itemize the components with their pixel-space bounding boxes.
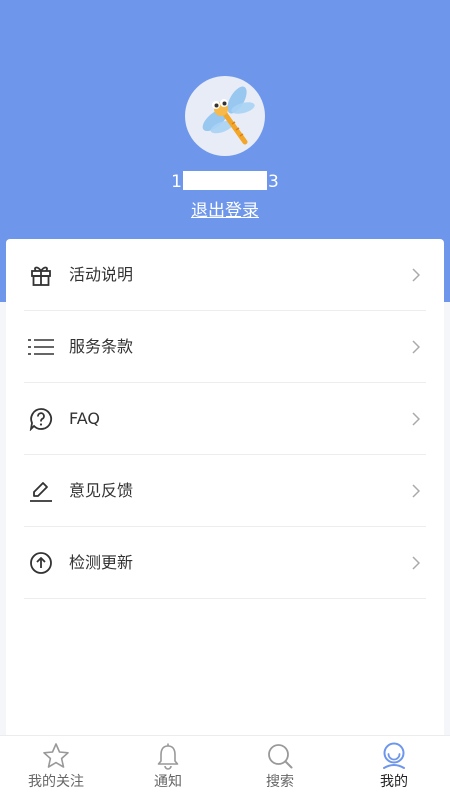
menu-item-label: 活动说明 xyxy=(69,265,134,284)
search-icon xyxy=(268,744,293,769)
logout-link[interactable]: 退出登录 xyxy=(0,200,450,222)
phone-suffix: 3 xyxy=(268,172,279,192)
question-bubble-icon xyxy=(29,408,53,431)
menu-item-update[interactable]: 检测更新 xyxy=(24,527,426,599)
gift-icon xyxy=(31,266,51,286)
chevron-right-icon xyxy=(412,412,420,426)
phone-redaction xyxy=(183,171,267,190)
chevron-right-icon xyxy=(412,340,420,354)
chevron-right-icon xyxy=(412,556,420,570)
menu-item-label: 服务条款 xyxy=(69,337,134,356)
menu-item-faq[interactable]: FAQ xyxy=(24,383,426,455)
chevron-right-icon xyxy=(412,484,420,498)
dragonfly-icon xyxy=(202,86,255,145)
tab-me[interactable]: 我的 xyxy=(338,736,450,800)
chevron-right-icon xyxy=(412,268,420,282)
list-icon xyxy=(28,339,54,355)
bottom-tab-bar: 我的关注 通知 搜索 我的 xyxy=(0,735,450,800)
bell-icon xyxy=(157,743,179,770)
menu-item-terms[interactable]: 服务条款 xyxy=(24,311,426,383)
avatar[interactable] xyxy=(185,76,265,156)
tab-label: 我的关注 xyxy=(28,774,84,790)
edit-pencil-icon xyxy=(30,482,52,502)
tab-following[interactable]: 我的关注 xyxy=(0,736,112,800)
tab-label: 我的 xyxy=(380,774,408,790)
phone-prefix: 1 xyxy=(171,172,182,192)
menu-item-feedback[interactable]: 意见反馈 xyxy=(24,455,426,527)
tab-label: 搜索 xyxy=(266,774,294,790)
upload-arrow-circle-icon xyxy=(30,552,52,574)
phone-number: 13 xyxy=(0,171,450,193)
user-icon xyxy=(383,742,405,769)
tab-notifications[interactable]: 通知 xyxy=(112,736,224,800)
menu-card: 活动说明 服务条款 FAQ 意见反馈 检测更新 xyxy=(6,239,444,735)
tab-search[interactable]: 搜索 xyxy=(224,736,336,800)
menu-item-activity[interactable]: 活动说明 xyxy=(24,239,426,311)
menu-item-label: FAQ xyxy=(69,409,100,428)
star-icon xyxy=(43,743,69,768)
menu-item-label: 检测更新 xyxy=(69,553,134,572)
menu-item-label: 意见反馈 xyxy=(69,481,134,500)
tab-label: 通知 xyxy=(154,774,182,790)
